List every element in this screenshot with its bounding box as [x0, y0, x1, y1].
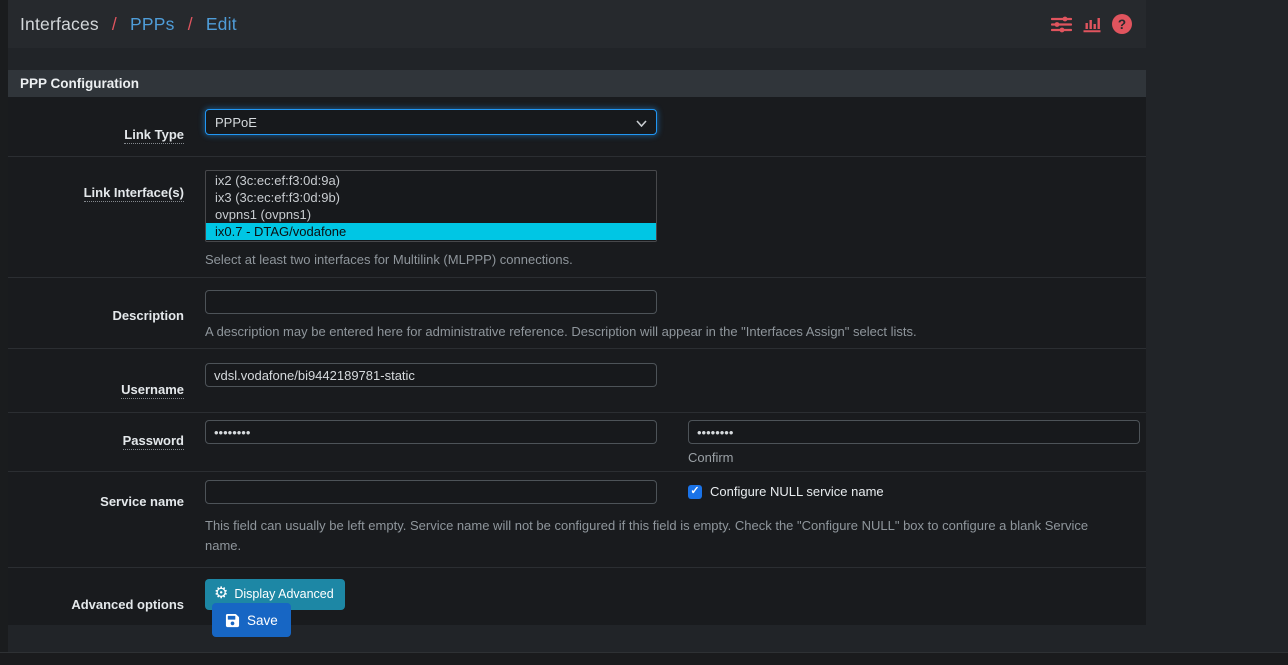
- service-name-help: This field can usually be left empty. Se…: [205, 516, 1110, 556]
- form-actions: Save: [212, 603, 291, 637]
- password-row: Password Confirm: [8, 412, 1146, 471]
- service-name-input[interactable]: [205, 480, 657, 504]
- save-floppy-icon: [225, 613, 240, 628]
- username-label: Username: [121, 382, 184, 399]
- breadcrumb: Interfaces / PPPs / Edit: [20, 14, 237, 35]
- list-item[interactable]: ix3 (3c:ec:ef:f3:0d:9b): [206, 189, 656, 206]
- monitoring-chart-icon[interactable]: [1083, 16, 1101, 33]
- page-footer: [0, 652, 1288, 665]
- ppp-configuration-panel: PPP Configuration Link Type PPPoE Link I…: [8, 70, 1146, 625]
- link-interfaces-help: Select at least two interfaces for Multi…: [205, 250, 1136, 270]
- gear-icon: ⚙: [214, 586, 228, 602]
- description-help: A description may be entered here for ad…: [205, 322, 1136, 342]
- advanced-options-row: Advanced options ⚙ Display Advanced: [8, 567, 1146, 625]
- username-input[interactable]: [205, 363, 657, 387]
- list-item[interactable]: ix2 (3c:ec:ef:f3:0d:9a): [206, 172, 656, 189]
- breadcrumb-edit-link[interactable]: Edit: [206, 14, 237, 34]
- service-name-label: Service name: [100, 494, 184, 509]
- configure-null-checkbox-group[interactable]: Configure NULL service name: [688, 484, 884, 499]
- breadcrumb-separator: /: [112, 14, 117, 34]
- configure-null-checkbox[interactable]: [688, 485, 702, 499]
- password-confirm-input[interactable]: [688, 420, 1140, 444]
- page-left-margin: [0, 0, 8, 665]
- username-row: Username: [8, 348, 1146, 412]
- link-interfaces-label: Link Interface(s): [84, 185, 184, 202]
- chevron-down-icon: [636, 115, 647, 130]
- configure-null-label: Configure NULL service name: [710, 484, 884, 499]
- breadcrumb-interfaces[interactable]: Interfaces: [20, 14, 99, 34]
- advanced-options-label: Advanced options: [71, 597, 184, 612]
- breadcrumb-bar: Interfaces / PPPs / Edit: [8, 0, 1146, 48]
- topbar-icons: ?: [1051, 14, 1132, 34]
- save-button-label: Save: [247, 613, 278, 628]
- help-icon[interactable]: ?: [1112, 14, 1132, 34]
- panel-title: PPP Configuration: [8, 70, 1146, 97]
- display-advanced-label: Display Advanced: [234, 587, 333, 601]
- save-button[interactable]: Save: [212, 603, 291, 637]
- link-type-label: Link Type: [124, 127, 184, 144]
- service-name-row: Service name Configure NULL service name…: [8, 471, 1146, 566]
- description-input[interactable]: [205, 290, 657, 314]
- password-input[interactable]: [205, 420, 657, 444]
- breadcrumb-ppps-link[interactable]: PPPs: [130, 14, 175, 34]
- link-type-row: Link Type PPPoE: [8, 97, 1146, 156]
- list-item-selected[interactable]: ix0.7 - DTAG/vodafone: [206, 223, 656, 240]
- breadcrumb-separator: /: [188, 14, 193, 34]
- link-interfaces-row: Link Interface(s) ix2 (3c:ec:ef:f3:0d:9a…: [8, 156, 1146, 277]
- password-label: Password: [123, 433, 184, 450]
- link-type-selected-value: PPPoE: [215, 115, 257, 130]
- password-confirm-label: Confirm: [688, 450, 1140, 465]
- list-item[interactable]: ovpns1 (ovpns1): [206, 206, 656, 223]
- link-interfaces-listbox[interactable]: ix2 (3c:ec:ef:f3:0d:9a) ix3 (3c:ec:ef:f3…: [205, 170, 657, 242]
- link-type-select[interactable]: PPPoE: [205, 109, 657, 135]
- description-label: Description: [112, 308, 184, 323]
- status-sliders-icon[interactable]: [1051, 16, 1072, 33]
- ppp-configuration-form: Link Type PPPoE Link Interface(s) ix2 (3…: [8, 97, 1146, 625]
- description-row: Description A description may be entered…: [8, 277, 1146, 348]
